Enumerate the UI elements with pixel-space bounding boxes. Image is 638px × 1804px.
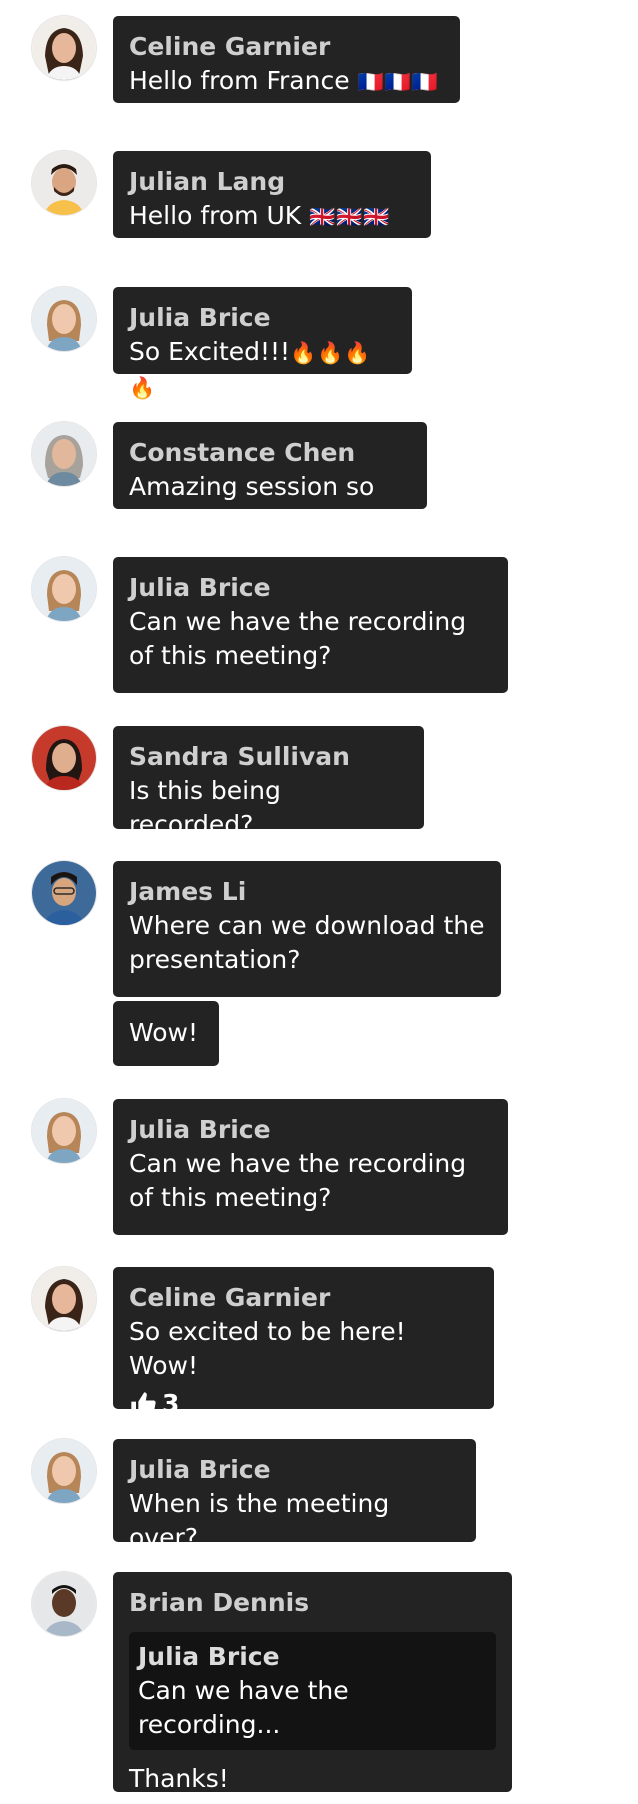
avatar[interactable]	[32, 151, 96, 215]
avatar[interactable]	[32, 861, 96, 925]
message-bubble: Brian Dennis Julia Brice Can we have the…	[113, 1572, 512, 1793]
sender-name: Constance Chen	[129, 438, 356, 467]
avatar[interactable]	[32, 1099, 96, 1163]
flag-uk-emoji: 🇬🇧🇬🇧🇬🇧	[309, 205, 391, 229]
message-text: Is this being recorded?	[129, 776, 281, 839]
message-text: So Excited!!!🔥🔥🔥🔥	[129, 337, 372, 400]
quoted-message-text: Can we have the recording...	[138, 1676, 349, 1739]
message-text: Thanks!	[129, 1764, 229, 1793]
avatar[interactable]	[32, 1439, 96, 1503]
message-text: When is the meeting over?	[129, 1489, 390, 1552]
message-text: Amazing session so far	[129, 472, 375, 535]
thumbs-up-icon	[131, 1392, 156, 1416]
avatar[interactable]	[32, 287, 96, 351]
message-bubble: Julia Brice Can we have the recording of…	[113, 557, 508, 693]
message-bubble: Julian Lang Hello from UK 🇬🇧🇬🇧🇬🇧	[113, 151, 431, 238]
message-bubble: Sandra Sullivan Is this being recorded?	[113, 726, 424, 839]
avatar[interactable]	[32, 1572, 96, 1636]
avatar[interactable]	[32, 16, 96, 80]
message-text: Where can we download the presentation?	[129, 911, 485, 974]
message-text: Wow!	[129, 1018, 199, 1047]
avatar[interactable]	[32, 557, 96, 621]
message-bubble: Celine Garnier Hello from France 🇫🇷🇫🇷🇫🇷	[113, 16, 460, 103]
avatar[interactable]	[32, 422, 96, 486]
message-bubble: Celine Garnier So excited to be here! Wo…	[113, 1267, 494, 1418]
like-count[interactable]: 3	[129, 1387, 478, 1421]
sender-name: Julia Brice	[129, 303, 271, 332]
message-bubble: Julia Brice So Excited!!!🔥🔥🔥🔥	[113, 287, 412, 400]
sender-name: Sandra Sullivan	[129, 742, 350, 771]
sender-name: Julian Lang	[129, 167, 286, 196]
quoted-sender-name: Julia Brice	[138, 1642, 280, 1671]
avatar[interactable]	[32, 1267, 96, 1331]
quoted-message[interactable]: Julia Brice Can we have the recording...	[129, 1632, 496, 1750]
sender-name: James Li	[129, 877, 247, 906]
message-bubble: Julia Brice When is the meeting over?	[113, 1439, 476, 1552]
sender-name: Julia Brice	[129, 573, 271, 602]
message-bubble: James Li Where can we download the prese…	[113, 861, 501, 997]
message-text: Hello from UK 🇬🇧🇬🇧🇬🇧	[129, 201, 391, 230]
message-bubble: Wow!	[113, 1001, 219, 1066]
like-count-value: 3	[162, 1389, 180, 1418]
message-bubble: Julia Brice Can we have the recording of…	[113, 1099, 508, 1235]
sender-name: Celine Garnier	[129, 32, 331, 61]
avatar[interactable]	[32, 726, 96, 790]
sender-name: Julia Brice	[129, 1115, 271, 1144]
sender-name: Brian Dennis	[129, 1588, 310, 1617]
message-text: So excited to be here! Wow!	[129, 1317, 406, 1380]
message-text: Can we have the recording of this meetin…	[129, 607, 467, 670]
sender-name: Celine Garnier	[129, 1283, 331, 1312]
message-text: Hello from France 🇫🇷🇫🇷🇫🇷	[129, 66, 439, 95]
sender-name: Julia Brice	[129, 1455, 271, 1484]
flag-fr-emoji: 🇫🇷🇫🇷🇫🇷	[357, 70, 439, 94]
message-text: Can we have the recording of this meetin…	[129, 1149, 467, 1212]
message-bubble: Constance Chen Amazing session so far	[113, 422, 427, 535]
